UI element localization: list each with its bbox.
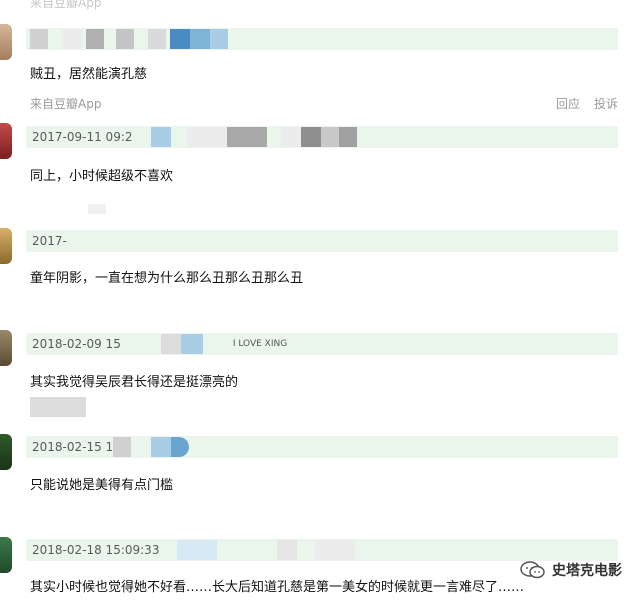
avatar[interactable] [0, 123, 12, 159]
username-fragment: I LOVE XING [232, 339, 288, 349]
comment-date: 2018-02-18 15:09:33 [32, 543, 160, 557]
avatar[interactable] [0, 330, 12, 366]
comment-meta-bar: 2018-02-18 15:09:33 [26, 539, 618, 561]
wechat-icon [520, 561, 545, 579]
comment-meta-bar: 2018-02-15 1 [26, 436, 618, 458]
comment-text: 童年阴影，一直在想为什么那么丑那么丑那么丑 [30, 271, 304, 286]
comment-meta-bar: 2017- [26, 230, 618, 252]
comment-date: 2017- [32, 234, 67, 248]
username-blur [30, 29, 48, 49]
reply-link[interactable]: 回应 [556, 95, 580, 112]
watermark: 史塔克电影 [520, 560, 622, 580]
comment-meta-bar: 2017-09-11 09:2 [26, 126, 618, 148]
comment-meta-bar: 2018-02-09 15 I LOVE XING [26, 333, 618, 355]
comment-date: 2017-09-11 09:2 [32, 130, 133, 144]
avatar[interactable] [0, 537, 12, 573]
comment-text: 同上，小时候超级不喜欢 [30, 169, 174, 184]
watermark-label: 史塔克电影 [552, 563, 622, 579]
comment-text: 其实我觉得吴辰君长得还是挺漂亮的 [30, 375, 239, 390]
comment-date: 2018-02-09 15 [32, 337, 121, 351]
avatar[interactable] [0, 24, 12, 60]
comment-source: 来自豆瓣App [30, 97, 102, 111]
top-source-label: 来自豆瓣App [30, 0, 102, 10]
comment-meta-bar [26, 28, 618, 50]
report-link[interactable]: 投诉 [594, 95, 618, 112]
avatar[interactable] [0, 228, 12, 264]
comment-text: 只能说她是美得有点门槛 [30, 478, 174, 493]
comment-date: 2018-02-15 1 [32, 440, 114, 454]
avatar[interactable] [0, 434, 12, 470]
comment-text: 贼丑，居然能演孔慈 [30, 67, 148, 82]
comment-text: 其实小时候也觉得她不好看……长大后知道孔慈是第一美女的时候就更一言难尽了…… [30, 580, 525, 595]
